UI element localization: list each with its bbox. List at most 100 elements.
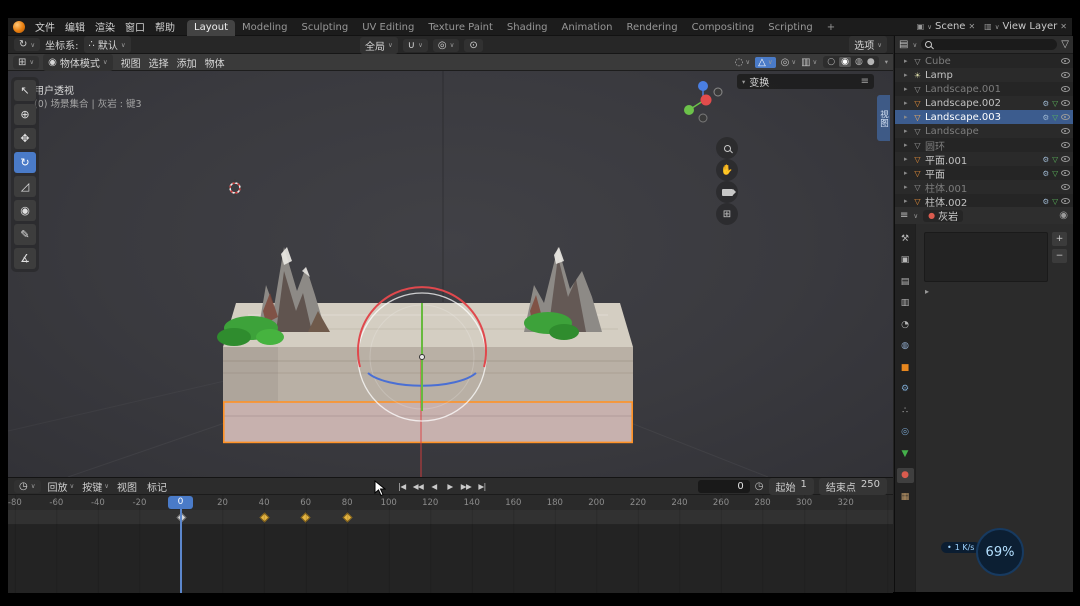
active-tool-indicator[interactable]: ↻ ∨ <box>14 38 40 51</box>
props-tab-object-data[interactable]: ▼ <box>897 446 914 461</box>
keyframe-diamond[interactable] <box>342 512 352 522</box>
workspace-tab[interactable]: Texture Paint <box>421 20 500 36</box>
tool-measure[interactable]: ∡ <box>14 248 36 269</box>
visibility-eye-icon[interactable] <box>1061 114 1070 120</box>
props-tab-material[interactable]: ● <box>897 468 914 483</box>
tool-annotate[interactable]: ✎ <box>14 224 36 245</box>
chevron-down-icon[interactable]: ∨ <box>913 212 918 220</box>
tool-rotate[interactable]: ↻ <box>14 152 36 173</box>
viewport-toggle-overlays[interactable]: ◎ ∨ <box>781 57 797 68</box>
outliner-row[interactable]: ▸ ▽ 平面 ⚙ ▽ <box>895 166 1073 180</box>
pin-icon[interactable]: ◉ <box>1059 210 1068 221</box>
visibility-eye-icon[interactable] <box>1061 156 1070 162</box>
workspace-tab[interactable]: Shading <box>500 20 555 36</box>
expand-icon[interactable]: ▸ <box>904 155 910 163</box>
properties-editor-icon[interactable]: ≡ <box>900 210 908 221</box>
outliner-row[interactable]: ▸ ▽ Landscape.002 ⚙ ▽ <box>895 96 1073 110</box>
visibility-eye-icon[interactable] <box>1061 128 1070 134</box>
menu-item[interactable]: 文件 <box>30 19 60 34</box>
transport-jump-end[interactable]: ▶| <box>476 482 488 491</box>
viewport-toggle-visibility[interactable]: ◌ ∨ <box>735 57 751 68</box>
viewport-menu-item[interactable]: 物体 <box>201 55 229 70</box>
expand-icon[interactable]: ▸ <box>904 183 910 191</box>
expand-icon[interactable]: ▸ <box>904 57 910 65</box>
remove-slot-button[interactable]: − <box>1052 249 1067 263</box>
expand-icon[interactable]: ▸ <box>904 85 910 93</box>
timeline-menu-item[interactable]: 视图 <box>117 479 139 494</box>
tool-move[interactable]: ✥ <box>14 128 36 149</box>
workspace-tab[interactable]: + <box>820 20 842 36</box>
timeline-ruler[interactable]: -80-60-40-202040608010012014016018020022… <box>8 495 893 511</box>
workspace-tab[interactable]: Scripting <box>761 20 819 36</box>
add-slot-button[interactable]: + <box>1052 232 1067 246</box>
keyframe-diamond[interactable] <box>259 512 269 522</box>
visibility-eye-icon[interactable] <box>1061 100 1070 106</box>
workspace-tab[interactable]: Rendering <box>620 20 685 36</box>
zoom-button[interactable] <box>716 137 738 159</box>
visibility-eye-icon[interactable] <box>1061 198 1070 204</box>
chevron-down-icon[interactable]: ∨ <box>912 41 917 49</box>
workspace-tab[interactable]: Layout <box>187 20 235 36</box>
outliner-row[interactable]: ▸ ▽ 柱体.001 <box>895 180 1073 194</box>
expand-icon[interactable]: ▸ <box>904 197 910 205</box>
tool-scale[interactable]: ◿ <box>14 176 36 197</box>
menu-item[interactable]: 窗口 <box>120 19 150 34</box>
blender-logo-icon[interactable] <box>13 21 25 33</box>
ortho-toggle-button[interactable]: ⊞ <box>716 203 738 225</box>
viewport-toggle-xray[interactable]: ▥ ∨ <box>801 57 817 68</box>
filter-icon[interactable]: ▽ <box>1061 39 1069 50</box>
menu-item[interactable]: 渲染 <box>90 19 120 34</box>
current-frame-field[interactable]: 0 <box>698 480 750 493</box>
visibility-eye-icon[interactable] <box>1061 86 1070 92</box>
timeline-menu-item[interactable]: 标记 <box>147 479 169 494</box>
expand-icon[interactable]: ▸ <box>904 71 910 79</box>
close-icon[interactable]: ✕ <box>968 22 975 31</box>
panel-menu-icon[interactable]: ≡ <box>861 76 869 87</box>
keyframe-track[interactable] <box>8 510 893 525</box>
editor-type-button[interactable]: ⊞ ∨ <box>13 56 39 69</box>
props-tab-world[interactable]: ◍ <box>897 339 914 354</box>
workspace-tab[interactable]: Sculpting <box>295 20 356 36</box>
props-tab-texture[interactable]: ▦ <box>897 489 914 504</box>
shading-rendered[interactable]: ● <box>867 57 875 67</box>
snap-toggle[interactable]: ∪ ∨ <box>403 39 428 52</box>
transport-play[interactable]: ▶ <box>444 482 456 491</box>
auto-keying-clock-icon[interactable]: ◷ <box>755 481 764 492</box>
outliner-row[interactable]: ▸ ▽ Cube <box>895 54 1073 68</box>
timeline-editor-type-button[interactable]: ◷ ∨ <box>14 480 41 493</box>
close-icon[interactable]: ✕ <box>1060 22 1067 31</box>
shading-dropdown-icon[interactable]: ▾ <box>885 58 888 66</box>
proportional-editing-toggle[interactable]: ◎ ∨ <box>433 39 460 52</box>
visibility-eye-icon[interactable] <box>1061 58 1070 64</box>
expand-icon[interactable]: ▸ <box>904 127 910 135</box>
props-tab-view-layer[interactable]: ▥ <box>897 296 914 311</box>
menu-item[interactable]: 帮助 <box>150 19 180 34</box>
transport-jump-start[interactable]: |◀ <box>396 482 408 491</box>
props-tab-render[interactable]: ▣ <box>897 253 914 268</box>
frame-start-field[interactable]: 起始 1 <box>769 478 814 495</box>
orientation-dropdown[interactable]: ∴ 默认 ∨ <box>84 36 131 53</box>
visibility-eye-icon[interactable] <box>1061 184 1070 190</box>
props-tab-object[interactable]: ■ <box>897 360 914 375</box>
tool-cursor[interactable]: ⊕ <box>14 104 36 125</box>
menu-item[interactable]: 编辑 <box>60 19 90 34</box>
viewport-menu-item[interactable]: 添加 <box>173 55 201 70</box>
props-tab-tool[interactable]: ⚒ <box>897 231 914 246</box>
shading-wireframe[interactable]: ○ <box>827 57 835 67</box>
playhead-line[interactable] <box>180 507 182 593</box>
expand-icon[interactable]: ▸ <box>904 141 910 149</box>
workspace-tab[interactable]: Animation <box>555 20 620 36</box>
outliner-row[interactable]: ▸ ▽ 柱体.002 ⚙ ▽ <box>895 194 1073 208</box>
outliner-row[interactable]: ▸ ☀ Lamp <box>895 68 1073 82</box>
props-tab-physics[interactable]: ◎ <box>897 425 914 440</box>
pan-button[interactable]: ✋ <box>716 159 738 181</box>
tool-transform[interactable]: ◉ <box>14 200 36 221</box>
camera-view-button[interactable] <box>716 181 738 203</box>
expand-icon[interactable]: ▸ <box>904 99 910 107</box>
outliner-search[interactable] <box>921 39 1057 50</box>
falloff-button[interactable]: ⊙ <box>464 39 482 52</box>
viewport-menu-item[interactable]: 选择 <box>145 55 173 70</box>
timeline-menu-item[interactable]: 回放 ∨ <box>48 479 75 494</box>
transport-prev-keyframe[interactable]: ◀◀ <box>412 482 424 491</box>
view-layer-selector[interactable]: ▥ ∨ View Layer ✕ <box>984 21 1067 32</box>
